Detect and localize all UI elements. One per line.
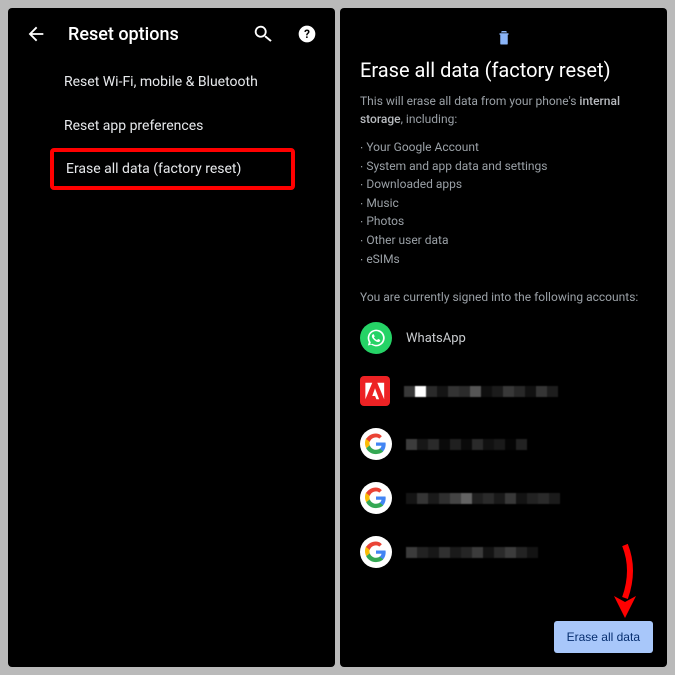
account-row-google-2 — [360, 482, 647, 514]
signed-in-text: You are currently signed into the follow… — [360, 288, 647, 306]
list-item-reset-app-prefs[interactable]: Reset app preferences — [8, 104, 335, 148]
redacted-text — [406, 547, 538, 558]
account-row-adobe — [360, 376, 647, 406]
header: Reset options ? — [8, 8, 335, 60]
account-row-google-1 — [360, 428, 647, 460]
adobe-icon — [360, 376, 390, 406]
bullet-item: Your Google Account — [360, 138, 647, 157]
bullet-item: Downloaded apps — [360, 175, 647, 194]
google-icon — [360, 536, 392, 568]
bullet-item: System and app data and settings — [360, 157, 647, 176]
svg-text:?: ? — [304, 27, 310, 41]
screen-reset-options: Reset options ? Reset Wi-Fi, mobile & Bl… — [8, 8, 335, 667]
desc-suffix: , including: — [401, 112, 458, 126]
screen-erase-all-data: Erase all data (factory reset) This will… — [340, 8, 667, 667]
page-title: Reset options — [68, 24, 231, 45]
account-row-whatsapp: WhatsApp — [360, 322, 647, 354]
list-item-erase-all-data[interactable]: Erase all data (factory reset) — [66, 161, 275, 177]
redacted-text — [406, 493, 560, 504]
highlight-erase-all-data: Erase all data (factory reset) — [50, 148, 295, 190]
erase-all-data-button[interactable]: Erase all data — [554, 621, 653, 653]
content: Erase all data (factory reset) This will… — [340, 8, 667, 667]
bullet-item: Photos — [360, 212, 647, 231]
account-row-google-3 — [360, 536, 647, 568]
redacted-text — [406, 439, 527, 450]
bullet-item: Other user data — [360, 231, 647, 250]
bullet-item: eSIMs — [360, 250, 647, 269]
description: This will erase all data from your phone… — [360, 92, 647, 128]
search-icon[interactable] — [251, 22, 275, 46]
account-label: WhatsApp — [406, 331, 466, 346]
bullet-item: Music — [360, 194, 647, 213]
trash-icon — [360, 28, 647, 50]
help-icon[interactable]: ? — [295, 22, 319, 46]
page-title: Erase all data (factory reset) — [360, 58, 647, 82]
desc-prefix: This will erase all data from your phone… — [360, 94, 579, 108]
list-item-reset-network[interactable]: Reset Wi-Fi, mobile & Bluetooth — [8, 60, 335, 104]
whatsapp-icon — [360, 322, 392, 354]
bullet-list: Your Google Account System and app data … — [360, 138, 647, 268]
redacted-text — [404, 386, 558, 397]
google-icon — [360, 482, 392, 514]
google-icon — [360, 428, 392, 460]
back-icon[interactable] — [24, 22, 48, 46]
